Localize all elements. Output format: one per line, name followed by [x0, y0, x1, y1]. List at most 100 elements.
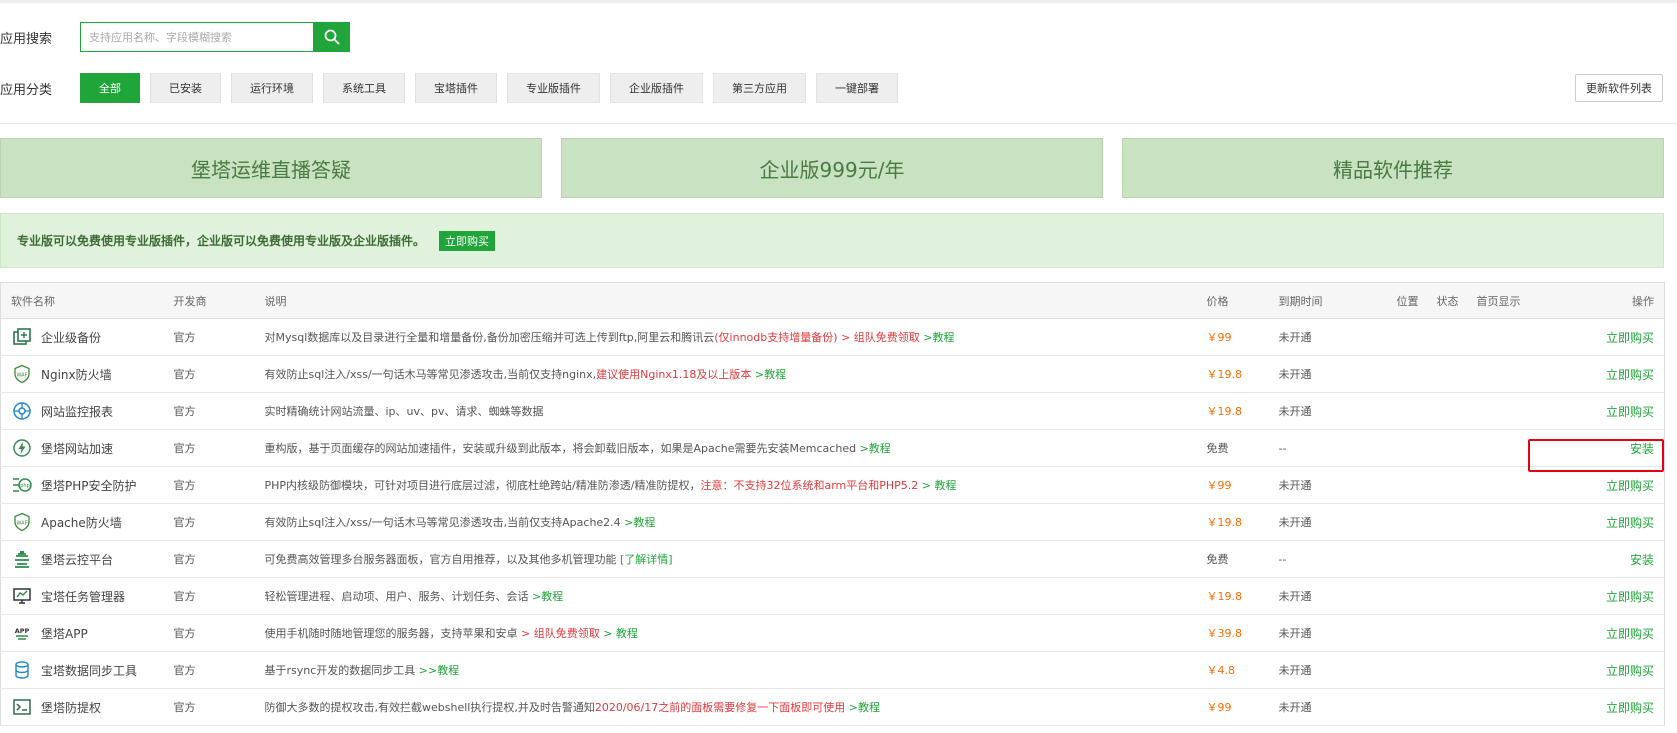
- search-input[interactable]: [80, 22, 313, 52]
- buy-now-link[interactable]: 立即购买: [1606, 479, 1654, 493]
- buy-now-link[interactable]: 立即购买: [1606, 516, 1654, 530]
- software-name-cell: APP 堡塔APP: [0, 614, 164, 652]
- banner-live-qa[interactable]: 堡塔运维直播答疑: [0, 138, 542, 198]
- vendor-cell: 官方: [163, 466, 255, 504]
- location-cell: [1386, 318, 1427, 356]
- description-warning[interactable]: 建议使用Nginx1.18及以上版本: [596, 368, 751, 381]
- tutorial-link[interactable]: >教程: [621, 516, 655, 529]
- homepage-cell: [1466, 688, 1557, 726]
- install-button[interactable]: 安装: [1630, 442, 1654, 456]
- location-cell: [1386, 688, 1427, 726]
- notice-text: 专业版可以免费使用专业版插件，企业版可以免费使用专业版及企业版插件。: [17, 234, 426, 248]
- tutorial-link[interactable]: > 教程: [600, 627, 638, 640]
- price-cell: ￥39.8: [1196, 614, 1269, 652]
- vendor-cell: 官方: [163, 503, 255, 541]
- tab-all[interactable]: 全部: [80, 73, 140, 103]
- homepage-cell: [1466, 392, 1557, 430]
- search-button[interactable]: [313, 22, 350, 52]
- price-cell: ￥19.8: [1196, 503, 1269, 541]
- status-cell: [1426, 429, 1467, 467]
- tutorial-link[interactable]: >教程: [529, 590, 563, 603]
- buy-now-link[interactable]: 立即购买: [1606, 590, 1654, 604]
- buy-now-link[interactable]: 立即购买: [1606, 331, 1654, 345]
- banner-row: 堡塔运维直播答疑 企业版999元/年 精品软件推荐: [0, 138, 1664, 200]
- buy-now-link[interactable]: 立即购买: [1606, 405, 1654, 419]
- tab-system-tools[interactable]: 系统工具: [323, 73, 405, 103]
- tutorial-link[interactable]: >>教程: [415, 664, 459, 677]
- action-cell: 立即购买: [1556, 466, 1665, 504]
- homepage-cell: [1466, 355, 1557, 393]
- homepage-cell: [1466, 466, 1557, 504]
- buy-now-link[interactable]: 立即购买: [1606, 701, 1654, 715]
- tutorial-link[interactable]: [了解详情]: [617, 553, 673, 566]
- description-cell: 轻松管理进程、启动项、用户、服务、计划任务、会话 >教程: [254, 577, 1197, 615]
- homepage-cell: [1466, 318, 1557, 356]
- description-warning[interactable]: (仅innodb支持增量备份) > 组队免费领取: [714, 331, 920, 344]
- expire-cell: 未开通: [1268, 614, 1387, 652]
- homepage-cell: [1466, 503, 1557, 541]
- status-cell: [1426, 392, 1467, 430]
- refresh-software-list-button[interactable]: 更新软件列表: [1575, 74, 1663, 102]
- description-text: 重构版，基于页面缓存的网站加速插件，安装或升级到此版本，将会卸载旧版本，如果是A…: [264, 442, 857, 455]
- tutorial-link[interactable]: >教程: [751, 368, 786, 381]
- tutorial-link[interactable]: >教程: [856, 442, 891, 455]
- expire-cell: --: [1268, 429, 1387, 467]
- tab-enterprise-plugins[interactable]: 企业版插件: [610, 73, 703, 103]
- database-sync-icon: [11, 659, 33, 681]
- expire-cell: --: [1268, 540, 1387, 578]
- col-homepage: 首页显示: [1466, 282, 1557, 319]
- banner-enterprise[interactable]: 企业版999元/年: [561, 138, 1103, 198]
- description-warning[interactable]: > 组队免费领取: [518, 627, 600, 640]
- tutorial-link[interactable]: >教程: [845, 701, 880, 714]
- task-manager-icon: [11, 585, 33, 607]
- col-vendor: 开发商: [163, 282, 255, 319]
- col-location: 位置: [1386, 282, 1427, 319]
- software-name-cell: 堡塔网站加速: [0, 429, 164, 467]
- price-cell: ￥99: [1196, 688, 1269, 726]
- tutorial-link[interactable]: >教程: [920, 331, 954, 344]
- buy-now-link[interactable]: 立即购买: [1606, 368, 1654, 382]
- software-name-cell: 堡塔云控平台: [0, 540, 164, 578]
- buy-now-link[interactable]: 立即购买: [1606, 664, 1654, 678]
- price-cell: ￥19.8: [1196, 577, 1269, 615]
- software-name-cell: php 堡塔PHP安全防护: [0, 466, 164, 504]
- tab-bt-plugins[interactable]: 宝塔插件: [415, 73, 497, 103]
- action-cell: 立即购买: [1556, 503, 1665, 541]
- description-cell: 基于rsync开发的数据同步工具 >>教程: [254, 651, 1197, 689]
- tab-installed[interactable]: 已安装: [150, 73, 221, 103]
- banner-recommend[interactable]: 精品软件推荐: [1122, 138, 1664, 198]
- svg-text:WAF: WAF: [17, 373, 28, 379]
- buy-now-button[interactable]: 立即购买: [439, 230, 496, 251]
- col-price: 价格: [1196, 282, 1269, 319]
- buy-now-link[interactable]: 立即购买: [1606, 627, 1654, 641]
- software-name: 企业级备份: [41, 330, 102, 345]
- divider: [0, 123, 1677, 124]
- tab-pro-plugins[interactable]: 专业版插件: [507, 73, 600, 103]
- table-row: 堡塔防提权 官方 防御大多数的提权攻击,有效拦截webshell执行提权,并及时告警…: [0, 688, 1665, 726]
- col-expire: 到期时间: [1268, 282, 1387, 319]
- expire-cell: 未开通: [1268, 355, 1387, 393]
- expire-cell: 未开通: [1268, 503, 1387, 541]
- tab-third-party[interactable]: 第三方应用: [713, 73, 806, 103]
- software-name: 堡塔网站加速: [41, 441, 114, 456]
- action-cell: 安装: [1556, 429, 1665, 467]
- tab-one-click-deploy[interactable]: 一键部署: [816, 73, 898, 103]
- description-text: PHP内核级防御模块，可针对项目进行底层过滤，彻底杜绝跨站/精准防渗透/精准防提…: [264, 479, 701, 492]
- software-name: 堡塔云控平台: [41, 552, 114, 567]
- table-row: 堡塔网站加速 官方 重构版，基于页面缓存的网站加速插件，安装或升级到此版本，将会卸载…: [0, 429, 1665, 467]
- price-cell: ￥99: [1196, 466, 1269, 504]
- location-cell: [1386, 355, 1427, 393]
- tab-runtime[interactable]: 运行环境: [231, 73, 313, 103]
- price-cell: ￥19.8: [1196, 355, 1269, 393]
- lightning-icon: [11, 437, 33, 459]
- description-warning[interactable]: 注意：不支持32位系统和arm平台和PHP5.2: [700, 479, 918, 492]
- search-row: 应用搜索: [0, 22, 350, 52]
- tutorial-link[interactable]: > 教程: [918, 479, 957, 492]
- install-button[interactable]: 安装: [1630, 553, 1654, 567]
- description-text: 使用手机随时随地管理您的服务器，支持苹果和安卓: [264, 627, 518, 640]
- homepage-cell: [1466, 577, 1557, 615]
- status-cell: [1426, 466, 1467, 504]
- description-warning[interactable]: 2020/06/17之前的面板需要修复一下面板即可使用: [595, 701, 845, 714]
- expire-cell: 未开通: [1268, 688, 1387, 726]
- category-label: 应用分类: [0, 82, 53, 98]
